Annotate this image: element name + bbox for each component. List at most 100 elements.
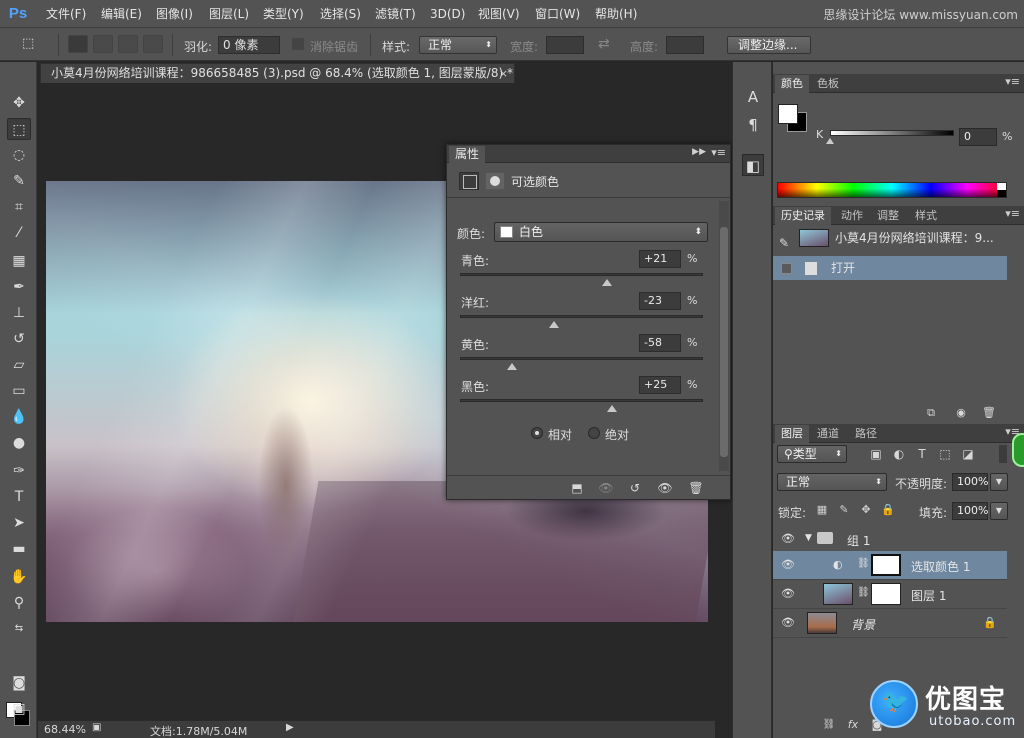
new-selection-icon[interactable] [68, 35, 88, 53]
black-slider[interactable] [460, 399, 703, 412]
feather-input[interactable]: 0 像素 [218, 36, 280, 54]
layer-style-icon[interactable]: fx [845, 718, 861, 732]
history-brush-icon[interactable]: ✎ [779, 231, 789, 250]
crop-tool-icon[interactable]: ⌗ [7, 196, 31, 218]
black-white-swatch[interactable] [997, 183, 1006, 197]
yellow-value[interactable]: -58 [639, 334, 681, 352]
tab-channels[interactable]: 通道 [811, 425, 845, 443]
fill-input[interactable]: 100% [952, 502, 988, 520]
black-value[interactable]: +25 [639, 376, 681, 394]
marquee-tool-icon[interactable]: ⬚ [7, 118, 31, 140]
delete-icon[interactable]: 🗑 [981, 406, 997, 420]
magenta-slider[interactable] [460, 315, 703, 328]
chevron-down-icon[interactable]: ▼ [805, 533, 812, 543]
history-brush-tool-icon[interactable]: ↺ [7, 328, 31, 350]
marquee-preset-icon[interactable]: ⬚ [22, 35, 42, 53]
tab-properties[interactable]: 属性 [449, 146, 486, 163]
new-document-from-state-icon[interactable]: ⧉ [923, 406, 939, 420]
swap-icon[interactable]: ⇄ [598, 36, 610, 52]
filter-adjustment-icon[interactable]: ◐ [890, 445, 908, 463]
menu-type[interactable]: 类型(Y) [263, 6, 304, 22]
cyan-slider-thumb[interactable] [601, 279, 612, 286]
mask-icon[interactable] [485, 172, 505, 190]
cyan-slider[interactable] [460, 273, 703, 286]
link-icon[interactable]: ⛓ [857, 558, 870, 569]
tab-layers[interactable]: 图层 [775, 425, 809, 443]
properties-scrollbar[interactable] [719, 201, 729, 471]
brush-tool-icon[interactable]: ✒ [7, 276, 31, 298]
layer-row[interactable]: 👁 ◐ ⛓ 选取颜色 1 [773, 551, 1007, 580]
filter-pixel-icon[interactable]: ▣ [867, 445, 885, 463]
snapshot-camera-icon[interactable]: ◉ [953, 406, 969, 420]
magenta-slider-thumb[interactable] [548, 321, 559, 328]
refine-edge-button[interactable]: 调整边缘... [727, 36, 811, 54]
width-input[interactable] [546, 36, 584, 54]
panel-menu-icon[interactable]: ▾≡ [1005, 207, 1020, 220]
panel-menu-icon[interactable]: ▾≡ [711, 146, 726, 159]
hand-tool-icon[interactable]: ✋ [7, 566, 31, 588]
opacity-dropdown[interactable]: ▼ [990, 473, 1008, 491]
status-menu-arrow[interactable]: ▶ [286, 722, 294, 733]
eraser-tool-icon[interactable]: ▱ [7, 354, 31, 376]
gradient-tool-icon[interactable]: ▭ [7, 380, 31, 402]
eye-icon[interactable]: 👁 [781, 617, 795, 629]
layer-mask-thumbnail[interactable] [871, 554, 901, 576]
link-layers-icon[interactable]: ⛓ [821, 718, 837, 732]
tab-actions[interactable]: 动作 [835, 207, 869, 225]
panel-menu-icon[interactable]: ▾≡ [1005, 75, 1020, 88]
clip-to-layer-icon[interactable]: ⬒ [569, 480, 585, 496]
path-select-tool-icon[interactable]: ➤ [7, 512, 31, 534]
close-icon[interactable]: × [499, 64, 508, 83]
reset-icon[interactable]: ↺ [627, 480, 643, 496]
properties-panel-icon[interactable]: ◧ [742, 154, 764, 176]
menu-3d[interactable]: 3D(D) [430, 6, 465, 22]
character-panel-icon[interactable]: A [742, 86, 764, 108]
filter-type-icon[interactable]: T [913, 445, 931, 463]
yellow-slider-thumb[interactable] [506, 363, 517, 370]
view-previous-icon[interactable]: 👁 [598, 480, 614, 496]
type-tool-icon[interactable]: T [7, 486, 31, 508]
absolute-radio[interactable] [588, 427, 600, 439]
delete-icon[interactable]: 🗑 [688, 480, 704, 496]
filter-toggle[interactable] [999, 445, 1007, 463]
filter-smart-object-icon[interactable]: ◪ [959, 445, 977, 463]
k-channel-slider[interactable] [830, 130, 954, 136]
healing-brush-tool-icon[interactable]: ▦ [7, 250, 31, 272]
cyan-value[interactable]: +21 [639, 250, 681, 268]
layer-row[interactable]: 👁 背景 🔒 [773, 609, 1007, 638]
magenta-value[interactable]: -23 [639, 292, 681, 310]
scrollbar-thumb[interactable] [720, 227, 728, 457]
layer-thumbnail[interactable] [823, 583, 853, 605]
tab-swatches[interactable]: 色板 [811, 75, 845, 93]
zoom-level[interactable]: 68.44% [44, 723, 86, 736]
blur-tool-icon[interactable]: 💧 [7, 406, 31, 428]
yellow-slider[interactable] [460, 357, 703, 370]
k-slider-thumb[interactable] [826, 138, 834, 144]
menu-window[interactable]: 窗口(W) [535, 6, 580, 22]
history-checkbox[interactable] [781, 263, 792, 274]
fill-dropdown[interactable]: ▼ [990, 502, 1008, 520]
filter-shape-icon[interactable]: ⬚ [936, 445, 954, 463]
menu-layer[interactable]: 图层(L) [209, 6, 249, 22]
history-snapshot[interactable]: ✎ 小莫4月份网络培训课程：9... [773, 226, 1007, 250]
tab-color[interactable]: 颜色 [775, 75, 809, 93]
eye-icon[interactable]: 👁 [781, 559, 795, 571]
proof-icon[interactable]: ▣ [92, 722, 101, 733]
foreground-color-swatch[interactable] [778, 104, 798, 124]
tab-history[interactable]: 历史记录 [775, 207, 831, 225]
document-tab[interactable]: 小莫4月份网络培训课程：986658485 (3).psd @ 68.4% (选… [40, 63, 515, 83]
layer-row[interactable]: 👁 ▼ 组 1 [773, 525, 1007, 554]
lock-pixels-icon[interactable]: ✎ [837, 503, 851, 517]
colors-select[interactable]: 白色 ⬍ [494, 222, 708, 242]
antialias-checkbox[interactable] [292, 38, 304, 50]
move-tool-icon[interactable]: ✥ [7, 92, 31, 114]
clone-stamp-tool-icon[interactable]: ⊥ [7, 302, 31, 324]
quick-mask-icon[interactable]: ◙ [7, 672, 31, 694]
menu-file[interactable]: 文件(F) [46, 6, 86, 22]
lasso-tool-icon[interactable]: ◌ [7, 144, 31, 166]
black-slider-thumb[interactable] [606, 405, 617, 412]
layer-row[interactable]: 👁 ⛓ 图层 1 [773, 580, 1007, 609]
adjustment-icon[interactable] [459, 172, 479, 190]
height-input[interactable] [666, 36, 704, 54]
relative-radio[interactable] [531, 427, 543, 439]
